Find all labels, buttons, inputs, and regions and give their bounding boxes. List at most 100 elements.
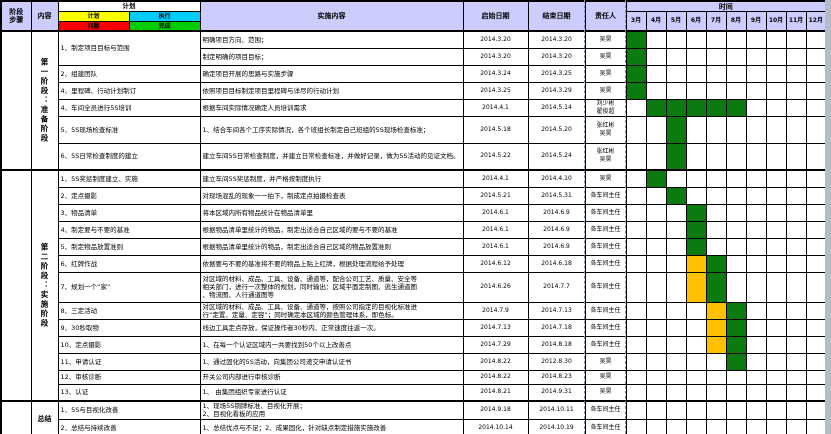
owner-cell: 各车间主任 (585, 204, 626, 221)
gantt-month-cell (706, 204, 726, 221)
gantt-month-cell (766, 353, 786, 370)
gantt-month-cell (766, 336, 786, 353)
gantt-month-cell (766, 99, 786, 116)
impl-content-cell: 根据物品清单里统计的物品，制定出适合自己区域的物品放置准则 (200, 238, 463, 255)
page-break-line (584, 0, 585, 434)
task-item-cell: 12、审核诊断 (58, 370, 200, 384)
gantt-month-cell (706, 302, 726, 319)
header-month: 3月 (626, 12, 646, 31)
gantt-month-cell (646, 238, 666, 255)
gantt-month-cell (786, 384, 806, 401)
gantt-month-cell (766, 255, 786, 272)
gantt-month-cell (746, 401, 766, 419)
gantt-month-cell (726, 370, 746, 384)
gantt-month-cell (806, 302, 826, 319)
owner-cell: 各车间主任 (585, 419, 626, 434)
gantt-month-cell (646, 116, 666, 143)
task-item-cell: 3、物品清单 (58, 204, 200, 221)
gantt-month-cell (746, 384, 766, 401)
gantt-month-cell (686, 353, 706, 370)
gantt-month-cell (626, 401, 646, 419)
header-end-date: 结束日期 (528, 1, 585, 31)
gantt-month-cell (746, 99, 766, 116)
plan-row: 4、里程碑、行动计划制订依照项目目标制定项目里程碑与详尽的行动计划2014.3.… (1, 82, 826, 99)
task-item-cell: 1、制定项目目标与范围 (58, 31, 200, 65)
task-item-cell: 6、红牌作战 (58, 255, 200, 272)
end-date-cell: 2014.3.20 (528, 48, 585, 65)
start-date-cell: 2014.6.1 (463, 204, 528, 221)
impl-content-cell: 1、总结优点与不足；2、成果固化，针对缺点制定措施实施改善 (200, 419, 463, 434)
gantt-month-cell (626, 384, 646, 401)
gantt-month-cell (666, 336, 686, 353)
gantt-month-cell (626, 353, 646, 370)
gantt-month-cell (786, 204, 806, 221)
gantt-month-cell (666, 31, 686, 48)
gantt-month-cell (666, 143, 686, 170)
impl-content-cell: 制定明确的项目目标； (200, 48, 463, 65)
page-break-line (625, 0, 626, 434)
start-date-cell: 2014.3.20 (463, 31, 528, 48)
start-date-cell: 2014.5.21 (463, 187, 528, 204)
gantt-month-cell (726, 116, 746, 143)
plan-row: 10、定点摄影1、在每一个认证区域内一共要找到50个以上改善点2014.7.29… (1, 336, 826, 353)
gantt-month-cell (666, 221, 686, 238)
plan-row: 2、组建团队确定项目开展的思路与实施步骤2014.3.242014.3.25吴昊 (1, 65, 826, 82)
task-item-cell: 4、车间全员进行5S培训 (58, 99, 200, 116)
gantt-month-cell (786, 336, 806, 353)
gantt-month-cell (806, 204, 826, 221)
start-date-cell: 2014.10.14 (463, 419, 528, 434)
gantt-month-cell (766, 370, 786, 384)
gantt-month-cell (686, 65, 706, 82)
plan-row: 12、审核诊断开关公司内部进行审核诊断2014.8.222014.8.23吴昊 (1, 370, 826, 384)
impl-content-cell: 1、通过固化的5S活动，向集团公司递交申请认证书 (200, 353, 463, 370)
gantt-month-cell (686, 116, 706, 143)
impl-content-cell: 依据要与不要的基准将不要的物品上贴上红牌，根据处理流程给予处理 (200, 255, 463, 272)
gantt-month-cell (786, 116, 806, 143)
task-item-cell: 2、定点摄影 (58, 187, 200, 204)
gantt-month-cell (706, 221, 726, 238)
gantt-month-cell (726, 238, 746, 255)
impl-content-cell: 根据物品清单里统计的物品，制定出适合自己区域的要与不要的基准 (200, 221, 463, 238)
gantt-month-cell (766, 238, 786, 255)
gantt-month-cell (746, 255, 766, 272)
start-date-cell: 2014.5.22 (463, 143, 528, 170)
gantt-month-cell (746, 116, 766, 143)
plan-row: 3、物品清单将本区域内所有物品统计在物品清单里2014.6.12014.6.9各… (1, 204, 826, 221)
gantt-month-cell (806, 116, 826, 143)
legend-plan: 计划 (59, 12, 130, 21)
gantt-month-cell (746, 221, 766, 238)
gantt-month-cell (806, 65, 826, 82)
header-month: 8月 (726, 12, 746, 31)
gantt-month-cell (726, 255, 746, 272)
header-month: 9月 (746, 12, 766, 31)
gantt-month-cell (626, 221, 646, 238)
gantt-month-cell (786, 255, 806, 272)
start-date-cell: 2014.6.26 (463, 272, 528, 302)
sheet-right-edge (825, 0, 831, 434)
task-item-cell: 9、30秒取物 (58, 319, 200, 336)
task-item-cell: 2、总结与持续改善 (58, 419, 200, 434)
impl-content-cell: 根据车间实际情况确定人员培训需求 (200, 99, 463, 116)
gantt-month-cell (766, 401, 786, 419)
end-date-cell: 2014.6.9 (528, 204, 585, 221)
gantt-month-cell (786, 31, 806, 48)
gantt-month-cell (706, 319, 726, 336)
gantt-month-cell (706, 65, 726, 82)
gantt-month-cell (706, 419, 726, 434)
gantt-month-cell (686, 82, 706, 99)
start-date-cell: 2014.8.22 (463, 353, 528, 370)
gantt-month-cell (746, 170, 766, 187)
task-item-cell: 7、规划一个“家” (58, 272, 200, 302)
gantt-month-cell (766, 187, 786, 204)
start-date-cell: 2014.8.22 (463, 370, 528, 384)
gantt-month-cell (686, 187, 706, 204)
gantt-month-cell (626, 238, 646, 255)
gantt-month-cell (766, 319, 786, 336)
header-month: 12月 (806, 12, 826, 31)
gantt-month-cell (686, 221, 706, 238)
end-date-cell: 2014.4.10 (528, 170, 585, 187)
gantt-month-cell (646, 370, 666, 384)
gantt-month-cell (766, 272, 786, 302)
gantt-month-cell (726, 99, 746, 116)
owner-cell: 吴昊 (585, 82, 626, 99)
